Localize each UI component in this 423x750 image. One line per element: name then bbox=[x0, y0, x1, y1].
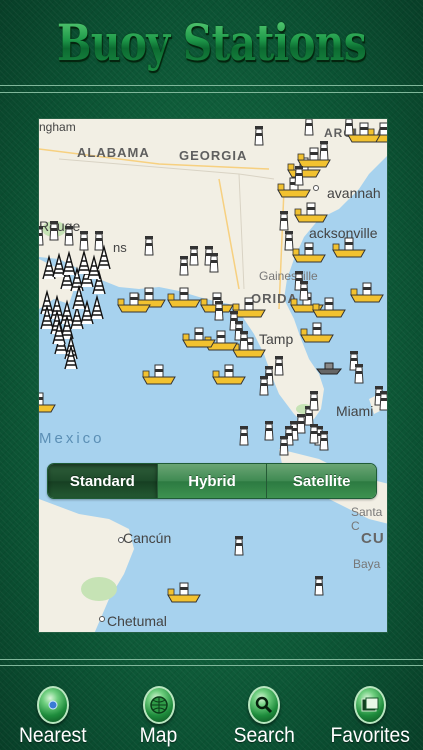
app-header: Buoy Stations bbox=[0, 0, 423, 86]
buoy-tower-marker[interactable] bbox=[234, 536, 244, 556]
buoy-tower-marker[interactable] bbox=[179, 256, 189, 276]
buoy-marker-layer bbox=[39, 119, 388, 603]
magnifier-icon bbox=[248, 686, 281, 724]
buoy-boat-marker[interactable] bbox=[142, 364, 176, 385]
globe-icon bbox=[142, 686, 175, 724]
bottom-tab-bar: Nearest Map Search Favorites bbox=[0, 665, 423, 750]
buoy-map[interactable]: ALABAMA GEORGIA AROLINA ngham avannah ac… bbox=[38, 118, 388, 633]
buoy-tower-marker[interactable] bbox=[294, 166, 304, 186]
buoy-boat-marker[interactable] bbox=[167, 287, 201, 308]
tab-nearest-label: Nearest bbox=[19, 724, 87, 747]
globe-pin-icon bbox=[36, 686, 69, 724]
favorites-icon bbox=[354, 686, 387, 724]
map-type-satellite-button[interactable]: Satellite bbox=[267, 464, 376, 498]
map-type-segmented-control[interactable]: Standard Hybrid Satellite bbox=[47, 463, 377, 499]
oil-rig-marker[interactable] bbox=[77, 249, 91, 275]
buoy-tower-marker[interactable] bbox=[144, 236, 154, 256]
buoy-boat-marker[interactable] bbox=[232, 297, 266, 318]
buoy-tower-marker[interactable] bbox=[304, 119, 314, 136]
buoy-tower-marker[interactable] bbox=[319, 431, 329, 451]
buoy-tower-marker[interactable] bbox=[299, 281, 309, 301]
buoy-boat-marker[interactable] bbox=[232, 337, 266, 358]
buoy-tower-marker[interactable] bbox=[314, 576, 324, 596]
buoy-tower-marker[interactable] bbox=[254, 126, 264, 146]
buoy-boat-marker[interactable] bbox=[292, 242, 326, 263]
buoy-tower-marker[interactable] bbox=[239, 331, 249, 351]
buoy-tower-marker[interactable] bbox=[344, 119, 354, 136]
buoy-tower-marker[interactable] bbox=[379, 391, 388, 411]
tab-map[interactable]: Map bbox=[106, 666, 212, 750]
oil-rig-marker[interactable] bbox=[70, 304, 84, 330]
app-title: Buoy Stations bbox=[56, 13, 367, 72]
tab-search[interactable]: Search bbox=[212, 666, 318, 750]
tab-search-label: Search bbox=[233, 724, 295, 747]
buoy-tower-marker[interactable] bbox=[79, 231, 89, 251]
buoy-tower-marker[interactable] bbox=[354, 364, 364, 384]
oil-rig-marker[interactable] bbox=[62, 250, 76, 276]
buoy-tower-marker[interactable] bbox=[94, 231, 104, 251]
buoy-tower-marker[interactable] bbox=[319, 141, 329, 161]
buoy-tower-marker[interactable] bbox=[274, 356, 284, 376]
buoy-tower-marker[interactable] bbox=[64, 226, 74, 246]
buoy-boat-marker[interactable] bbox=[312, 297, 346, 318]
buoy-tower-marker[interactable] bbox=[264, 421, 274, 441]
tab-map-label: Map bbox=[139, 724, 178, 747]
buoy-boat-marker[interactable] bbox=[300, 322, 334, 343]
buoy-tower-marker[interactable] bbox=[259, 376, 269, 396]
buoy-tower-marker[interactable] bbox=[284, 231, 294, 251]
buoy-boat-marker[interactable] bbox=[212, 364, 246, 385]
buoy-tower-marker[interactable] bbox=[189, 246, 199, 266]
ship-marker[interactable] bbox=[315, 362, 343, 375]
buoy-tower-marker[interactable] bbox=[214, 301, 224, 321]
buoy-boat-marker[interactable] bbox=[167, 582, 201, 603]
buoy-tower-marker[interactable] bbox=[239, 426, 249, 446]
tab-favorites-label: Favorites bbox=[330, 724, 410, 747]
buoy-tower-marker[interactable] bbox=[309, 391, 319, 411]
buoy-boat-marker[interactable] bbox=[39, 392, 56, 413]
buoy-boat-marker[interactable] bbox=[332, 237, 366, 258]
buoy-boat-marker[interactable] bbox=[277, 177, 311, 198]
buoy-tower-marker[interactable] bbox=[279, 211, 289, 231]
buoy-boat-marker[interactable] bbox=[294, 202, 328, 223]
tab-nearest[interactable]: Nearest bbox=[0, 666, 106, 750]
buoy-tower-marker[interactable] bbox=[279, 436, 289, 456]
buoy-tower-marker[interactable] bbox=[49, 221, 59, 241]
tab-favorites[interactable]: Favorites bbox=[317, 666, 423, 750]
buoy-tower-marker[interactable] bbox=[209, 253, 219, 273]
buoy-tower-marker[interactable] bbox=[39, 226, 44, 246]
map-type-hybrid-button[interactable]: Hybrid bbox=[157, 464, 268, 498]
oil-rig-marker[interactable] bbox=[90, 294, 104, 320]
buoy-tower-marker[interactable] bbox=[309, 424, 319, 444]
map-type-standard-button[interactable]: Standard bbox=[48, 464, 158, 498]
buoy-tower-marker[interactable] bbox=[296, 414, 306, 434]
buoy-boat-marker[interactable] bbox=[350, 282, 384, 303]
